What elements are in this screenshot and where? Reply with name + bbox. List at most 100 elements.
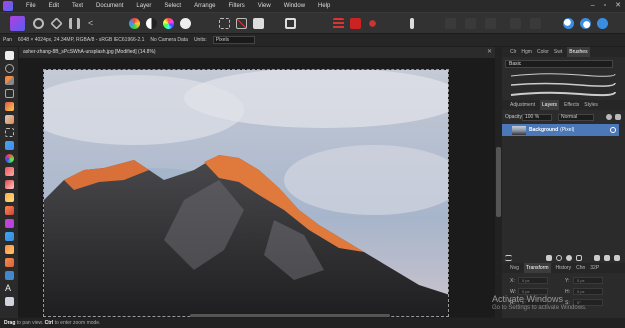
horizontal-scrollbar[interactable] xyxy=(190,314,390,317)
menu-layer[interactable]: Layer xyxy=(136,0,151,12)
studio-presets-icon[interactable] xyxy=(580,18,591,29)
text-tool-icon[interactable]: A xyxy=(5,284,14,293)
erase-brush-icon[interactable] xyxy=(5,258,14,267)
y-field[interactable]: 0 px xyxy=(573,277,603,284)
photo-persona-icon[interactable] xyxy=(10,16,25,31)
arrange-forward-icon[interactable] xyxy=(510,18,521,29)
align-right-icon[interactable] xyxy=(485,18,496,29)
tab-effects[interactable]: Effects xyxy=(564,100,579,110)
menu-file[interactable]: File xyxy=(26,0,36,12)
h-field[interactable]: 0 px xyxy=(573,288,603,295)
flood-select-icon[interactable] xyxy=(5,115,14,124)
menu-document[interactable]: Document xyxy=(96,0,123,12)
auto-colors-icon[interactable] xyxy=(163,18,174,29)
magnet-icon[interactable] xyxy=(367,18,378,29)
zoom-tool-icon[interactable] xyxy=(5,64,14,73)
selection-brush-icon[interactable] xyxy=(5,102,14,111)
minimize-button[interactable]: – xyxy=(591,0,595,12)
tab-adjustment[interactable]: Adjustment xyxy=(510,100,535,110)
marquee-tool-icon[interactable] xyxy=(5,128,14,137)
layer-row-background[interactable]: Background (Pixel) xyxy=(502,124,619,136)
delete-layer-icon[interactable] xyxy=(614,255,620,261)
blur-brush-icon[interactable] xyxy=(5,245,14,254)
adjustment-layer-icon[interactable] xyxy=(556,255,562,261)
tab-clr[interactable]: Clr xyxy=(510,47,516,57)
menu-view[interactable]: View xyxy=(258,0,271,12)
tab-color[interactable]: Color xyxy=(537,47,549,57)
auto-levels-icon[interactable] xyxy=(129,18,140,29)
mask-layer-icon[interactable] xyxy=(546,255,552,261)
layers-stack-icon[interactable] xyxy=(505,255,512,261)
healing-brush-icon[interactable] xyxy=(5,232,14,241)
close-button[interactable]: ✕ xyxy=(615,0,621,12)
add-layer-icon[interactable] xyxy=(604,255,610,261)
lock-icon[interactable] xyxy=(615,114,621,120)
menu-arrange[interactable]: Arrange xyxy=(194,0,215,12)
canvas-area[interactable] xyxy=(19,58,495,317)
crop-tool-icon[interactable] xyxy=(5,89,14,98)
group-layer-icon[interactable] xyxy=(594,255,600,261)
invert-selection-icon[interactable] xyxy=(253,18,264,29)
brush-strokes-preview[interactable] xyxy=(505,70,621,100)
shape-tool-icon[interactable] xyxy=(5,271,14,280)
blend-mode-dropdown[interactable]: Normal xyxy=(558,114,594,121)
tab-layers[interactable]: Layers xyxy=(540,100,560,110)
share-icon[interactable]: < xyxy=(88,18,99,29)
brush-stabilizer-icon[interactable] xyxy=(410,18,414,29)
fx-icon[interactable] xyxy=(576,255,582,261)
deselect-icon[interactable] xyxy=(236,18,247,29)
tab-brushes[interactable]: Brushes xyxy=(567,47,590,57)
gradient-tool-icon[interactable] xyxy=(5,154,14,163)
maximize-button[interactable]: ▫ xyxy=(604,0,606,12)
vertical-scrollbar[interactable] xyxy=(495,47,502,318)
app-logo-icon[interactable] xyxy=(3,1,13,11)
dodge-tool-icon[interactable] xyxy=(5,193,14,202)
units-dropdown[interactable]: Pixels xyxy=(212,36,255,44)
auto-contrast-icon[interactable] xyxy=(146,18,157,29)
x-field[interactable]: 0 px xyxy=(518,277,548,284)
live-filter-icon[interactable] xyxy=(566,255,572,261)
tab-hgm[interactable]: Hgm xyxy=(521,47,532,57)
selection-mode-icon[interactable] xyxy=(219,18,230,29)
color-replace-icon[interactable] xyxy=(5,180,14,189)
quick-mask-icon[interactable] xyxy=(285,18,296,29)
opacity-field[interactable]: 100 % xyxy=(522,114,552,121)
tab-history[interactable]: History xyxy=(556,263,572,273)
studio-toggle-icon[interactable] xyxy=(563,18,574,29)
assistant-icon[interactable] xyxy=(333,18,344,29)
menu-filters[interactable]: Filters xyxy=(228,0,244,12)
hand-tool-icon[interactable] xyxy=(5,51,14,60)
gear-icon[interactable] xyxy=(606,114,612,120)
liquify-persona-icon[interactable] xyxy=(33,18,44,29)
red-eye-tool-icon[interactable] xyxy=(5,219,14,228)
menu-text[interactable]: Text xyxy=(72,0,83,12)
menu-edit[interactable]: Edit xyxy=(49,0,59,12)
view-tool-icon[interactable] xyxy=(5,297,14,306)
move-tool-icon[interactable] xyxy=(5,76,14,85)
snapping-icon[interactable] xyxy=(350,18,361,29)
align-center-icon[interactable] xyxy=(465,18,476,29)
scrollbar-thumb[interactable] xyxy=(496,147,501,217)
clone-tool-icon[interactable] xyxy=(5,206,14,215)
tab-32p[interactable]: 32P xyxy=(590,263,599,273)
develop-persona-icon[interactable] xyxy=(50,17,63,30)
flood-fill-icon[interactable] xyxy=(5,141,14,150)
paint-brush-icon[interactable] xyxy=(5,167,14,176)
tab-styles[interactable]: Styles xyxy=(584,100,598,110)
arrange-back-icon[interactable] xyxy=(530,18,541,29)
mountain-photo[interactable] xyxy=(43,69,449,317)
brush-category-dropdown[interactable]: Basic xyxy=(505,60,613,68)
document-tab[interactable]: asher-zhang-8B_sPcSWhA-unsplash.jpg [Mod… xyxy=(19,47,495,58)
tab-transform[interactable]: Transform xyxy=(523,263,551,273)
tone-mapping-persona-icon[interactable] xyxy=(69,18,80,29)
layer-visibility-checkbox[interactable] xyxy=(610,127,616,133)
help-assistant-icon[interactable] xyxy=(597,18,608,29)
menu-window[interactable]: Window xyxy=(284,0,305,12)
menu-select[interactable]: Select xyxy=(164,0,181,12)
close-document-icon[interactable]: ✕ xyxy=(487,47,492,58)
tab-swatches[interactable]: Swt xyxy=(554,47,562,57)
tab-navigator[interactable]: Nvg xyxy=(510,263,519,273)
menu-help[interactable]: Help xyxy=(318,0,330,12)
tab-channels[interactable]: Chn xyxy=(576,263,585,273)
auto-white-balance-icon[interactable] xyxy=(180,18,191,29)
